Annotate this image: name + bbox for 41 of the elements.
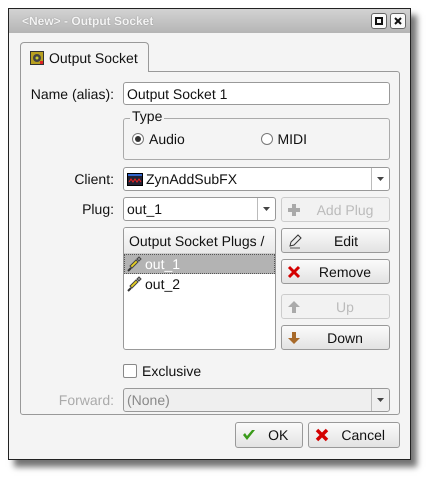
button[interactable]: Edit xyxy=(281,228,390,253)
dropdown-arrow-icon xyxy=(377,177,384,181)
socket-icon xyxy=(30,50,44,64)
dropdown[interactable]: out_1 xyxy=(123,197,276,221)
maximize-button[interactable] xyxy=(371,13,387,29)
plug-icon xyxy=(126,276,142,292)
dropdown: (None) xyxy=(123,388,390,412)
plus-icon xyxy=(287,202,301,216)
field-label: Client: xyxy=(73,171,115,187)
down-arrow-icon xyxy=(287,330,301,344)
button[interactable]: OK xyxy=(235,422,304,448)
check-icon xyxy=(242,428,256,442)
button[interactable]: Cancel xyxy=(308,422,400,448)
up-arrow-icon xyxy=(287,300,301,314)
list-item[interactable]: out_2 xyxy=(124,274,275,294)
radio-label[interactable]: MIDI xyxy=(278,131,308,147)
button[interactable]: Down xyxy=(281,325,390,350)
group-title: Type xyxy=(130,108,164,124)
cross-icon xyxy=(287,264,301,278)
cross-icon xyxy=(315,428,330,442)
button[interactable]: Remove xyxy=(281,259,390,284)
dropdown-arrow-icon xyxy=(263,207,270,211)
close-button[interactable] xyxy=(390,13,406,29)
plug-icon xyxy=(126,256,142,272)
radio-label[interactable]: Audio xyxy=(149,131,185,147)
field-label: Plug: xyxy=(81,201,115,217)
column-header[interactable]: Output Socket Plugs / xyxy=(124,228,275,254)
maximize-icon xyxy=(375,17,383,25)
radio-button[interactable] xyxy=(132,133,144,145)
checkbox-label[interactable]: Exclusive xyxy=(142,363,202,379)
close-icon xyxy=(394,17,402,25)
checkbox[interactable] xyxy=(123,364,137,378)
name-field[interactable]: Output Socket 1 xyxy=(123,82,390,105)
pencil-icon xyxy=(287,232,303,248)
dropdown-arrow-icon xyxy=(377,398,384,402)
field-label: Forward: xyxy=(58,392,115,408)
radio-button[interactable] xyxy=(260,133,272,145)
field-label: Name (alias): xyxy=(30,86,115,102)
dropdown[interactable]: ZynAddSubFX xyxy=(123,167,390,191)
app-icon xyxy=(127,172,143,186)
tab[interactable]: Output Socket xyxy=(20,42,149,72)
